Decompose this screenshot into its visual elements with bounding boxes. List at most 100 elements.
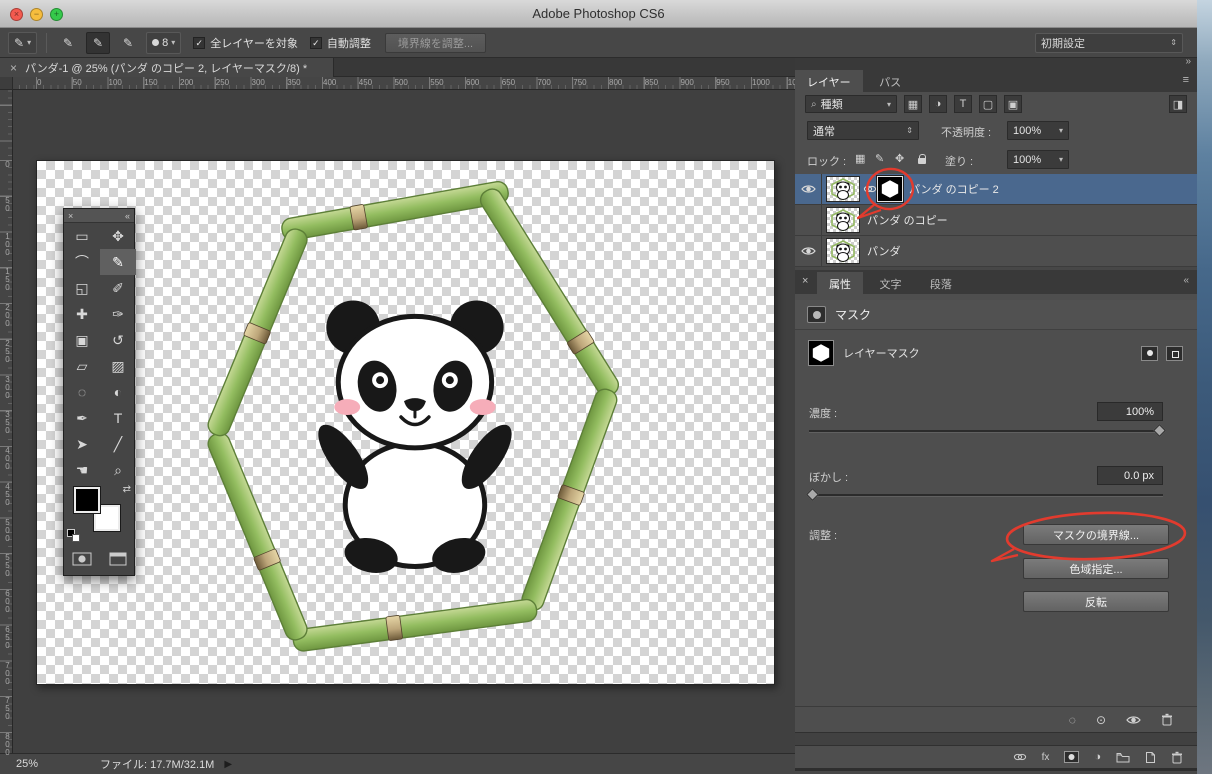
subtract-from-selection-mode-button[interactable]: ✎ xyxy=(116,32,140,54)
opacity-dropdown[interactable]: 100% ▾ xyxy=(1007,121,1069,140)
density-value-box[interactable]: 100% xyxy=(1097,402,1163,421)
clone-stamp-tool-button[interactable]: ▣ xyxy=(64,327,100,353)
layer-visibility-toggle[interactable] xyxy=(795,174,822,204)
collapse-dock-icon[interactable]: » xyxy=(1185,56,1191,67)
close-panel-icon[interactable]: × xyxy=(802,275,808,287)
layer-thumbnail[interactable] xyxy=(826,207,860,233)
vector-mask-badge-icon[interactable] xyxy=(1166,346,1183,361)
vertical-ruler[interactable]: 0501001502002503003504004505005506006507… xyxy=(0,90,13,753)
sample-all-layers-checkbox[interactable]: ✓ 全レイヤーを対象 xyxy=(193,35,298,51)
line-tool-button[interactable]: ╱ xyxy=(100,431,136,457)
brush-picker-dropdown[interactable]: 8 ▾ xyxy=(146,32,181,54)
density-slider-handle[interactable] xyxy=(1153,424,1166,437)
brush-tool-button[interactable]: ✑ xyxy=(100,301,136,327)
zoom-window-button[interactable] xyxy=(50,8,63,21)
fill-dropdown[interactable]: 100% ▾ xyxy=(1007,150,1069,169)
close-palette-icon[interactable]: × xyxy=(68,211,73,221)
filter-pixel-layers-icon[interactable]: ▦ xyxy=(904,95,922,113)
lasso-tool-button[interactable]: ⌒ xyxy=(64,249,100,275)
layer-styles-icon[interactable]: fx xyxy=(1042,752,1050,763)
zoom-level[interactable]: 25% xyxy=(16,758,38,770)
layer-row-panda-copy[interactable]: パンダ のコピー xyxy=(795,205,1197,236)
new-group-folder-icon[interactable] xyxy=(1116,752,1130,763)
filter-adjustment-layers-icon[interactable]: ◑ xyxy=(929,95,947,113)
rectangular-marquee-tool-button[interactable]: ▭ xyxy=(64,223,100,249)
layer-name[interactable]: パンダ のコピー xyxy=(867,212,948,228)
panel-menu-icon[interactable]: ≡ xyxy=(1183,74,1189,86)
path-selection-tool-button[interactable]: ➤ xyxy=(64,431,100,457)
lock-all-icon[interactable] xyxy=(916,152,928,165)
layer-thumbnail[interactable] xyxy=(826,176,860,202)
filter-type-layers-icon[interactable]: T xyxy=(954,95,972,113)
layer-mask-thumbnail[interactable] xyxy=(809,341,833,365)
layer-filter-dropdown[interactable]: ⌕ 種類 ▾ xyxy=(805,95,897,113)
swap-colors-icon[interactable]: ⇄ xyxy=(123,484,131,495)
lock-pixels-icon[interactable]: ✎ xyxy=(875,152,884,165)
color-range-button[interactable]: 色域指定... xyxy=(1023,558,1169,579)
status-arrow-icon[interactable]: ▶ xyxy=(224,759,232,770)
quick-mask-button[interactable] xyxy=(64,547,100,571)
feather-slider[interactable] xyxy=(809,494,1163,497)
mask-thumbnail[interactable] xyxy=(878,177,902,201)
mask-link-icon[interactable] xyxy=(863,185,877,193)
enable-mask-eye-icon[interactable] xyxy=(1126,715,1141,725)
new-adjustment-layer-icon[interactable]: ◑ xyxy=(1094,751,1101,763)
spot-healing-brush-tool-button[interactable]: ✚ xyxy=(64,301,100,327)
new-selection-mode-button[interactable]: ✎ xyxy=(56,32,80,54)
lock-position-icon[interactable]: ✥ xyxy=(895,152,904,165)
layer-name[interactable]: パンダ のコピー 2 xyxy=(909,181,999,197)
density-slider[interactable] xyxy=(809,430,1163,433)
tab-layers[interactable]: レイヤー xyxy=(795,70,863,93)
hand-tool-button[interactable]: ☚ xyxy=(64,457,100,483)
layer-visibility-toggle[interactable] xyxy=(795,205,822,235)
blend-mode-dropdown[interactable]: 通常 ⇕ xyxy=(807,121,919,140)
delete-layer-icon[interactable] xyxy=(1171,751,1183,764)
filter-toggle-icon[interactable]: ◨ xyxy=(1169,95,1187,113)
ruler-origin-corner[interactable] xyxy=(0,77,13,90)
invert-button[interactable]: 反転 xyxy=(1023,591,1169,612)
mask-edge-button[interactable]: マスクの境界線... xyxy=(1023,524,1169,545)
pen-tool-button[interactable]: ✒ xyxy=(64,405,100,431)
dodge-tool-button[interactable]: ◐ xyxy=(100,379,136,405)
collapse-panel-icon[interactable]: « xyxy=(1183,275,1189,286)
filter-shape-layers-icon[interactable]: ▢ xyxy=(979,95,997,113)
delete-mask-trash-icon[interactable] xyxy=(1161,713,1173,726)
type-tool-button[interactable]: T xyxy=(100,405,136,431)
tab-properties[interactable]: 属性 xyxy=(817,272,863,295)
tab-paths[interactable]: パス xyxy=(867,70,913,93)
default-colors-icon[interactable] xyxy=(67,529,82,544)
crop-tool-button[interactable]: ◱ xyxy=(64,275,100,301)
eraser-tool-button[interactable]: ▱ xyxy=(64,353,100,379)
lock-transparency-icon[interactable]: ▦ xyxy=(855,152,865,165)
minimize-window-button[interactable] xyxy=(30,8,43,21)
blur-tool-button[interactable]: ◌ xyxy=(64,379,100,405)
quick-selection-tool-button[interactable]: ✎ xyxy=(100,249,136,275)
screen-mode-button[interactable] xyxy=(100,547,136,571)
collapse-palette-icon[interactable]: « xyxy=(125,211,130,221)
workspace-dropdown[interactable]: 初期設定 ⇕ xyxy=(1035,33,1183,53)
link-layers-icon[interactable] xyxy=(1013,753,1027,761)
layer-thumbnail[interactable] xyxy=(826,238,860,264)
feather-value-box[interactable]: 0.0 px xyxy=(1097,466,1163,485)
pixel-mask-badge-icon[interactable] xyxy=(1141,346,1158,361)
load-selection-from-mask-icon[interactable]: ◌ xyxy=(1069,713,1076,727)
tab-character[interactable]: 文字 xyxy=(867,272,913,295)
feather-slider-handle[interactable] xyxy=(806,488,819,501)
new-layer-icon[interactable] xyxy=(1145,751,1156,764)
layer-row-panda-copy-2[interactable]: パンダ のコピー 2 xyxy=(795,174,1197,205)
close-tab-icon[interactable]: × xyxy=(10,61,17,75)
auto-enhance-checkbox[interactable]: ✓ 自動調整 xyxy=(310,35,371,51)
add-layer-mask-icon[interactable] xyxy=(1064,751,1079,763)
document-canvas[interactable] xyxy=(36,160,775,685)
horizontal-ruler[interactable]: 0501001502002503003504004505005506006507… xyxy=(13,77,795,90)
tool-preset-dropdown[interactable]: ✎ ▾ xyxy=(8,32,37,54)
move-tool-button[interactable]: ✥ xyxy=(100,223,136,249)
eyedropper-tool-button[interactable]: ✐ xyxy=(100,275,136,301)
close-window-button[interactable] xyxy=(10,8,23,21)
filter-smart-objects-icon[interactable]: ▣ xyxy=(1004,95,1022,113)
add-to-selection-mode-button[interactable]: ✎ xyxy=(86,32,110,54)
layer-name[interactable]: パンダ xyxy=(867,243,901,259)
history-brush-tool-button[interactable]: ↺ xyxy=(100,327,136,353)
refine-edge-button[interactable]: 境界線を調整... xyxy=(385,33,486,53)
layer-row-panda[interactable]: パンダ xyxy=(795,236,1197,267)
